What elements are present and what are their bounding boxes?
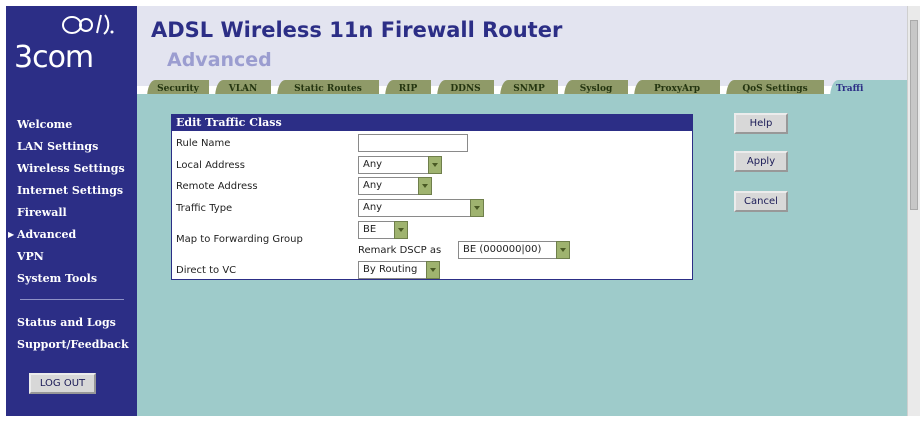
sidebar-item-system-tools[interactable]: System Tools — [17, 272, 97, 286]
chevron-down-icon[interactable] — [428, 156, 442, 174]
local-address-select[interactable]: Any — [358, 156, 442, 174]
scrollbar-thumb[interactable] — [910, 20, 918, 210]
brand-logo: 3com — [14, 40, 94, 75]
traffic-type-select[interactable]: Any — [358, 199, 484, 217]
forwarding-group-value: BE — [363, 224, 377, 235]
local-address-value: Any — [363, 159, 383, 170]
direct-to-vc-label: Direct to VC — [176, 265, 237, 276]
vertical-scrollbar[interactable] — [907, 6, 920, 416]
sidebar-item-welcome[interactable]: Welcome — [17, 118, 72, 132]
sidebar-item-vpn[interactable]: VPN — [17, 250, 44, 264]
sidebar-item-internet-settings[interactable]: Internet Settings — [17, 184, 123, 198]
sidebar-item-support-feedback[interactable]: Support/Feedback — [17, 338, 129, 352]
remark-dscp-value: BE (000000|00) — [463, 244, 542, 255]
local-address-label: Local Address — [176, 160, 245, 171]
edit-traffic-class-form: Edit Traffic Class Rule Name Local Addre… — [171, 114, 693, 280]
chevron-down-icon[interactable] — [418, 177, 432, 195]
section-title: Advanced — [167, 49, 272, 71]
main-content: Edit Traffic Class Rule Name Local Addre… — [137, 94, 907, 416]
logout-button[interactable]: LOG OUT — [29, 373, 96, 394]
sidebar-item-firewall[interactable]: Firewall — [17, 206, 67, 220]
remote-address-select[interactable]: Any — [358, 177, 432, 195]
forwarding-group-select[interactable]: BE — [358, 221, 408, 239]
3com-logo-icon — [62, 14, 114, 35]
forwarding-group-label: Map to Forwarding Group — [176, 234, 303, 245]
active-arrow-icon: ▶ — [8, 230, 15, 239]
traffic-type-value: Any — [363, 202, 383, 213]
sidebar-item-lan-settings[interactable]: LAN Settings — [17, 140, 98, 154]
remark-dscp-label: Remark DSCP as — [358, 245, 442, 256]
sidebar-item-status-and-logs[interactable]: Status and Logs — [17, 316, 116, 330]
chevron-down-icon[interactable] — [426, 261, 440, 279]
chevron-down-icon[interactable] — [556, 241, 570, 259]
remote-address-label: Remote Address — [176, 181, 258, 192]
remark-dscp-select[interactable]: BE (000000|00) — [458, 241, 570, 259]
traffic-type-label: Traffic Type — [176, 203, 233, 214]
sidebar-item-advanced[interactable]: Advanced — [17, 228, 76, 242]
page-header: ADSL Wireless 11n Firewall Router Advanc… — [137, 6, 907, 99]
rule-name-input[interactable] — [358, 134, 468, 152]
form-title: Edit Traffic Class — [172, 115, 692, 131]
chevron-down-icon[interactable] — [394, 221, 408, 239]
chevron-down-icon[interactable] — [470, 199, 484, 217]
sidebar-item-wireless-settings[interactable]: Wireless Settings — [17, 162, 125, 176]
sidebar: 3com Welcome LAN Settings Wireless Setti… — [6, 6, 137, 416]
help-button[interactable]: Help — [734, 113, 788, 134]
direct-to-vc-select[interactable]: By Routing — [358, 261, 440, 279]
cancel-button[interactable]: Cancel — [734, 191, 788, 212]
sidebar-divider — [20, 299, 124, 300]
rule-name-label: Rule Name — [176, 138, 231, 149]
page-title: ADSL Wireless 11n Firewall Router — [151, 18, 563, 42]
direct-to-vc-value: By Routing — [363, 264, 418, 275]
apply-button[interactable]: Apply — [734, 151, 788, 172]
remote-address-value: Any — [363, 180, 383, 191]
